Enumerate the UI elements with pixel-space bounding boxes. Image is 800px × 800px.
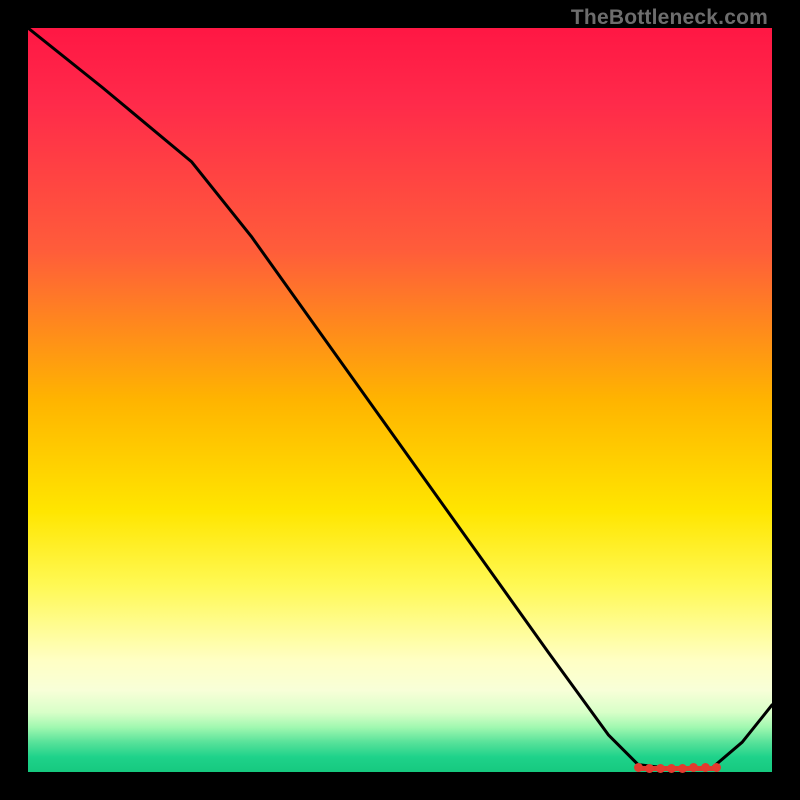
marker-dot	[645, 764, 654, 773]
marker-dot	[701, 763, 710, 772]
marker-layer	[28, 28, 772, 772]
marker-dot	[667, 764, 676, 773]
chart-frame: TheBottleneck.com	[0, 0, 800, 800]
marker-dot	[656, 764, 665, 773]
marker-dot	[634, 763, 643, 772]
watermark-text: TheBottleneck.com	[571, 6, 768, 30]
marker-dot	[712, 763, 721, 772]
plot-area	[28, 28, 772, 772]
marker-dot	[678, 764, 687, 773]
